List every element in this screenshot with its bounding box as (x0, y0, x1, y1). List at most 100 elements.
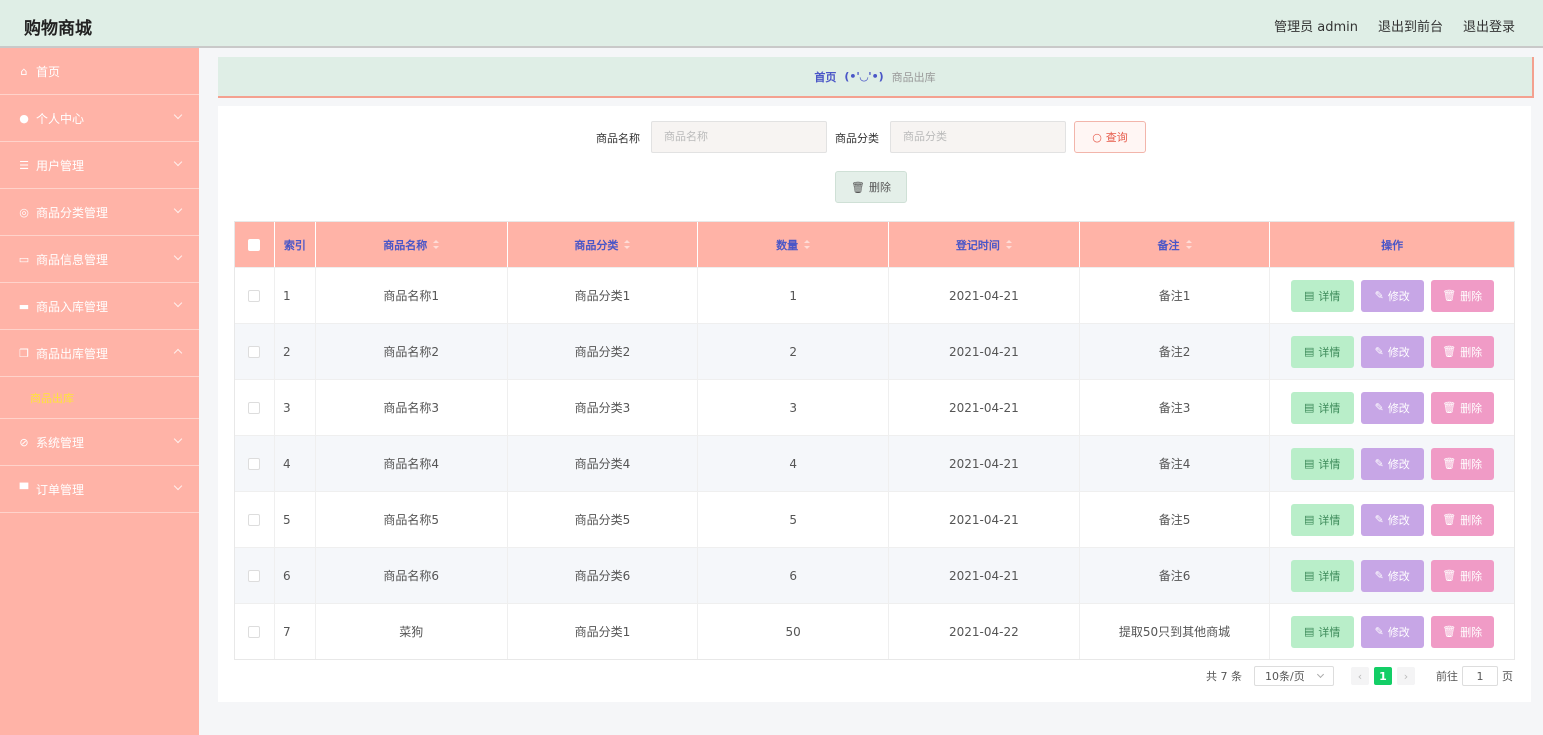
sidebar-item-product-info-management[interactable]: ▭ 商品信息管理 (0, 236, 199, 283)
row-checkbox[interactable] (248, 569, 261, 582)
edit-button[interactable]: ✎ 修改 (1360, 559, 1424, 592)
cell-name: 商品名称3 (316, 380, 508, 435)
product-name-input[interactable]: 商品名称 (651, 121, 827, 153)
prev-page-icon[interactable]: ‹ (1351, 667, 1369, 685)
table-row: 7 菜狗 商品分类1 50 2021-04-22 提取50只到其他商城 ▤ 详情 ✎ 修改 🗑 删除 (235, 603, 1514, 659)
edit-button-label: 修改 (1387, 401, 1410, 415)
chevron-down-icon (173, 434, 183, 444)
compass-icon: ◎ (19, 205, 29, 219)
header-category[interactable]: 商品分类 (508, 222, 699, 267)
sidebar-item-label: 商品出库管理 (36, 346, 109, 361)
goto-page-input[interactable]: 1 (1462, 666, 1498, 686)
row-actions: ▤ 详情 ✎ 修改 🗑 删除 (1290, 391, 1494, 424)
header-date[interactable]: 登记时间 (889, 222, 1080, 267)
cell-quantity: 5 (698, 492, 889, 547)
row-checkbox[interactable] (248, 401, 261, 414)
header-category-label: 商品分类 (574, 238, 619, 252)
batch-delete-button[interactable]: 🗑 删除 (835, 171, 907, 203)
delete-button-label: 删除 (1460, 289, 1483, 303)
row-checkbox[interactable] (248, 625, 261, 638)
cell-index: 7 (275, 604, 316, 659)
row-select-cell (235, 604, 275, 659)
sort-icon[interactable] (804, 240, 811, 249)
delete-button[interactable]: 🗑 删除 (1430, 335, 1494, 368)
cell-category: 商品分类4 (508, 436, 699, 491)
next-page-icon[interactable]: › (1397, 667, 1415, 685)
cell-remark: 备注5 (1080, 492, 1271, 547)
row-checkbox[interactable] (248, 457, 261, 470)
detail-button-label: 详情 (1318, 401, 1341, 415)
detail-button[interactable]: ▤ 详情 (1290, 447, 1354, 480)
logout-link[interactable]: 退出登录 (1463, 16, 1515, 35)
header-remark[interactable]: 备注 (1080, 222, 1271, 267)
edit-button[interactable]: ✎ 修改 (1360, 503, 1424, 536)
row-actions: ▤ 详情 ✎ 修改 🗑 删除 (1290, 503, 1494, 536)
document-icon: ▤ (1304, 513, 1315, 526)
row-checkbox[interactable] (248, 513, 261, 526)
page-number-current[interactable]: 1 (1374, 667, 1392, 685)
row-checkbox[interactable] (248, 345, 261, 358)
detail-button[interactable]: ▤ 详情 (1290, 391, 1354, 424)
sort-icon[interactable] (624, 240, 631, 249)
edit-button[interactable]: ✎ 修改 (1360, 447, 1424, 480)
edit-button[interactable]: ✎ 修改 (1360, 335, 1424, 368)
edit-button[interactable]: ✎ 修改 (1360, 615, 1424, 648)
edit-button-label: 修改 (1387, 625, 1410, 639)
sidebar-item-home[interactable]: ⌂ 首页 (0, 48, 199, 95)
cell-name: 商品名称5 (316, 492, 508, 547)
header-index: 索引 (275, 222, 316, 267)
sidebar-item-system-management[interactable]: ⊘ 系统管理 (0, 419, 199, 466)
trash-icon: 🗑 (1442, 345, 1457, 358)
cell-quantity: 1 (698, 268, 889, 323)
sidebar-item-stock-out-management[interactable]: ❐ 商品出库管理 (0, 330, 199, 377)
query-button[interactable]: ○ 查询 (1074, 121, 1146, 153)
page-size-select[interactable]: 10条/页 (1254, 666, 1334, 686)
detail-button[interactable]: ▤ 详情 (1290, 335, 1354, 368)
detail-button[interactable]: ▤ 详情 (1290, 559, 1354, 592)
cell-index: 2 (275, 324, 316, 379)
delete-button[interactable]: 🗑 删除 (1430, 279, 1494, 312)
detail-button-label: 详情 (1318, 513, 1341, 527)
detail-button[interactable]: ▤ 详情 (1290, 503, 1354, 536)
detail-button[interactable]: ▤ 详情 (1290, 279, 1354, 312)
cell-date: 2021-04-21 (889, 548, 1080, 603)
edit-button[interactable]: ✎ 修改 (1360, 279, 1424, 312)
header-quantity[interactable]: 数量 (698, 222, 889, 267)
delete-button[interactable]: 🗑 删除 (1430, 391, 1494, 424)
sidebar-item-stock-in-management[interactable]: ▬ 商品入库管理 (0, 283, 199, 330)
cell-date: 2021-04-22 (889, 604, 1080, 659)
chevron-down-icon (173, 157, 183, 167)
header-name[interactable]: 商品名称 (316, 222, 508, 267)
delete-button[interactable]: 🗑 删除 (1430, 503, 1494, 536)
sidebar-item-personal-center[interactable]: ● 个人中心 (0, 95, 199, 142)
edit-button[interactable]: ✎ 修改 (1360, 391, 1424, 424)
select-all-checkbox[interactable] (248, 238, 261, 251)
sort-icon[interactable] (433, 240, 440, 249)
sidebar-subitem-stock-out[interactable]: 商品出库 (0, 377, 199, 419)
breadcrumb-home[interactable]: 首页 (814, 69, 836, 85)
delete-button[interactable]: 🗑 删除 (1430, 447, 1494, 480)
detail-button[interactable]: ▤ 详情 (1290, 615, 1354, 648)
user-icon: ● (19, 111, 29, 125)
stock-out-table: 索引 商品名称 商品分类 数量 登记时间 备注 操作 1 商品名称1 商品分类1 1 2… (234, 221, 1515, 660)
detail-button-label: 详情 (1318, 625, 1341, 639)
delete-button[interactable]: 🗑 删除 (1430, 615, 1494, 648)
briefcase-icon: ▀ (19, 482, 29, 496)
product-category-input[interactable]: 商品分类 (890, 121, 1066, 153)
delete-button[interactable]: 🗑 删除 (1430, 559, 1494, 592)
edit-button-label: 修改 (1387, 513, 1410, 527)
sort-icon[interactable] (1185, 240, 1192, 249)
cell-date: 2021-04-21 (889, 380, 1080, 435)
sidebar-item-order-management[interactable]: ▀ 订单管理 (0, 466, 199, 513)
sidebar-item-user-management[interactable]: ☰ 用户管理 (0, 142, 199, 189)
sort-icon[interactable] (1005, 240, 1012, 249)
row-checkbox[interactable] (248, 289, 261, 302)
cell-ops: ▤ 详情 ✎ 修改 🗑 删除 (1270, 492, 1514, 547)
exit-to-front-link[interactable]: 退出到前台 (1378, 16, 1443, 35)
cell-quantity: 4 (698, 436, 889, 491)
sidebar-item-category-management[interactable]: ◎ 商品分类管理 (0, 189, 199, 236)
delete-button-label: 删除 (1460, 345, 1483, 359)
table-row: 4 商品名称4 商品分类4 4 2021-04-21 备注4 ▤ 详情 ✎ 修改 🗑 删除 (235, 435, 1514, 491)
sidebar-item-label: 用户管理 (36, 158, 85, 173)
sidebar-item-label: 商品入库管理 (36, 299, 109, 314)
